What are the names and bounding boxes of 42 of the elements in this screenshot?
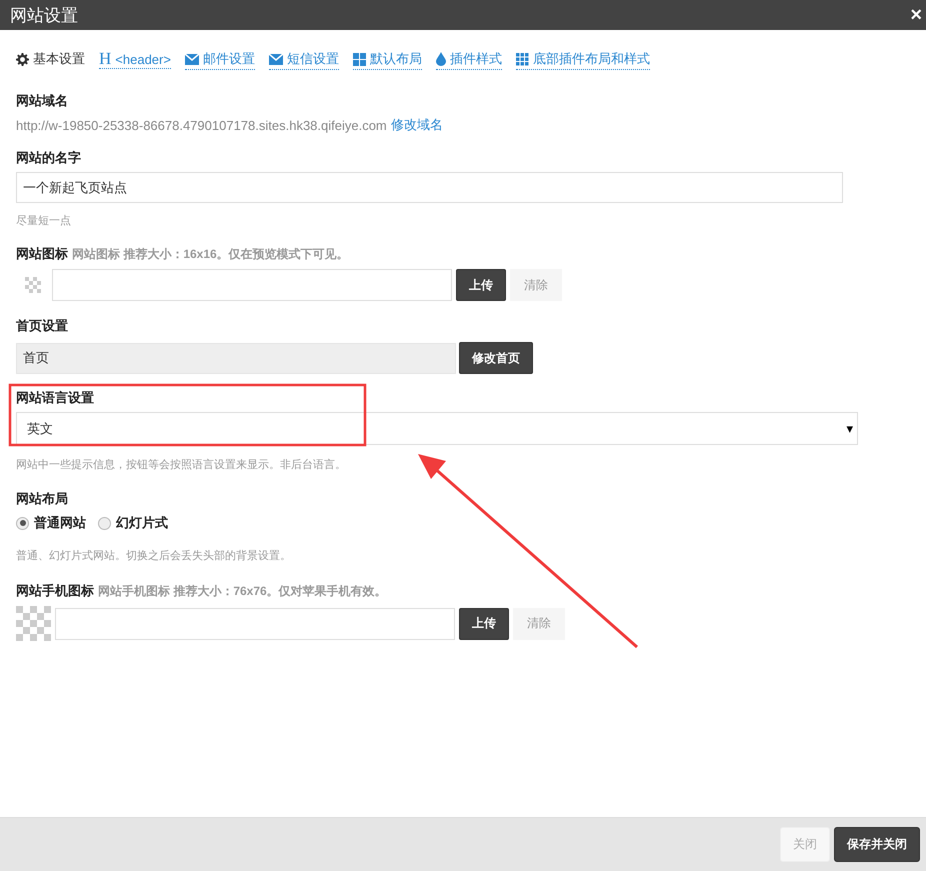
grid-icon xyxy=(516,52,529,66)
field-label: 网站图标 xyxy=(16,245,68,263)
tab[interactable]: H <header> xyxy=(99,52,171,68)
field-label: 网站的名字 xyxy=(16,149,82,167)
domain-url: http://w-19850-25338-86678.4790107178.sites.hk38.qifeiye.com xyxy=(16,118,387,132)
radio-option[interactable]: 普通网站 xyxy=(16,514,86,532)
edit-domain-link[interactable]: 修改域名 xyxy=(390,116,443,134)
size-note: 网站图标 推荐大小：16x16。仅在预览模式下可见。 xyxy=(72,246,349,262)
hint-text: 尽量短一点 xyxy=(16,214,72,228)
tab[interactable]: 插件样式 xyxy=(436,50,502,70)
tab[interactable]: 短信设置 xyxy=(268,50,339,70)
site-name-field[interactable]: 一个新起飞页站点 xyxy=(16,172,843,203)
window-title: 网站设置 xyxy=(10,4,78,26)
file-path-field[interactable] xyxy=(52,269,452,301)
hint-text: 普通、幻灯片式网站。切换之后会丢失头部的背景设置。 xyxy=(16,548,292,563)
language-select[interactable]: 英文 ▾ xyxy=(16,412,858,445)
checker-icon xyxy=(25,277,41,293)
grid-icon xyxy=(352,52,366,66)
upload-button[interactable]: 上传 xyxy=(456,269,506,301)
size-note: 网站手机图标 推荐大小：76x76。仅对苹果手机有效。 xyxy=(98,582,387,600)
close-button[interactable]: × xyxy=(910,4,922,26)
drop-icon xyxy=(436,52,446,66)
hint-text: 网站中一些提示信息，按钮等会按照语言设置来显示。非后台语言。 xyxy=(16,458,347,472)
field-label: 网站语言设置 xyxy=(16,389,95,407)
file-path-field[interactable] xyxy=(55,608,455,640)
heading-icon: H xyxy=(99,52,112,66)
upload-button[interactable]: 上传 xyxy=(459,608,509,640)
field-label: 网站域名 xyxy=(16,92,69,110)
field-label: 首页设置 xyxy=(16,317,69,335)
field-label: 网站手机图标 xyxy=(16,582,94,600)
tab[interactable]: 底部插件布局和样式 xyxy=(516,50,650,70)
tab[interactable]: 邮件设置 xyxy=(184,50,255,70)
field-label: 网站布局 xyxy=(16,490,69,508)
gear-icon xyxy=(16,52,29,66)
checker-icon xyxy=(16,606,51,641)
save-close-button[interactable]: 保存并关闭 xyxy=(834,827,920,862)
tab[interactable]: 基本设置 xyxy=(16,50,85,70)
tab[interactable]: 默认布局 xyxy=(352,50,422,70)
envelope-icon xyxy=(268,54,283,64)
envelope-icon xyxy=(184,54,199,64)
radio-option[interactable]: 幻灯片式 xyxy=(98,514,168,532)
caret-icon: ▾ xyxy=(846,420,853,436)
